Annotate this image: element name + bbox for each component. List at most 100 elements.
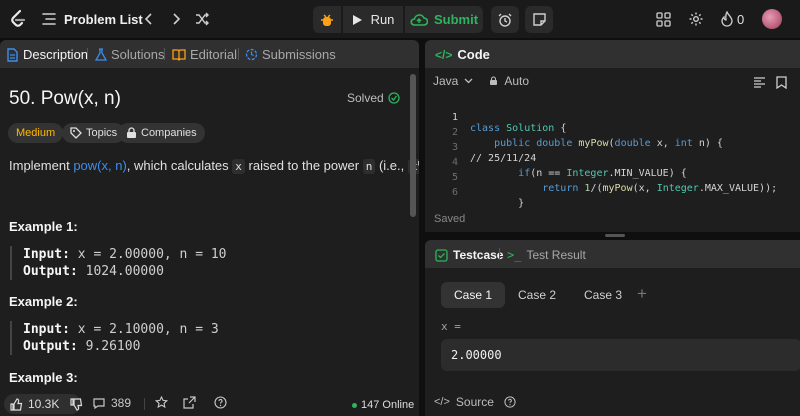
streak-fire-icon[interactable] (718, 10, 736, 28)
desc-text: Implement (9, 158, 74, 173)
saved-status: Saved (434, 213, 466, 225)
tag-icon (70, 127, 82, 139)
alarm-clock-icon (498, 13, 512, 27)
example-block: Input: x = 2.00000, n = 10 Output: 1024.… (10, 246, 227, 280)
share-icon[interactable] (183, 396, 196, 409)
source-button[interactable]: </> Source (434, 395, 516, 409)
layout-grid-icon[interactable] (654, 10, 672, 28)
format-code-icon[interactable] (750, 73, 768, 91)
tab-divider (87, 48, 88, 60)
run-button[interactable]: Run (343, 6, 403, 33)
auto-mode-label[interactable]: Auto (504, 74, 529, 88)
description-footer: 10.3K 389 147 Online (0, 390, 419, 416)
submit-label: Submit (433, 12, 479, 27)
tab-testcase[interactable]: Testcase (435, 248, 503, 262)
user-avatar[interactable] (762, 9, 782, 29)
code-editor-panel: </> Code Java Auto 1 class Solution { 2 … (425, 40, 800, 232)
desc-text: (i.e., (375, 158, 408, 173)
tab-description[interactable]: Description (6, 47, 88, 62)
tab-test-result-label: Test Result (526, 248, 586, 262)
code-line[interactable]: 4 if(n == Integer.MIN_VALUE) { (425, 146, 800, 179)
run-submit-group: Run Submit (313, 6, 553, 33)
case-tab-3[interactable]: Case 3 (571, 282, 635, 308)
input-label: Input: (23, 322, 70, 337)
online-dot (352, 402, 357, 408)
run-label: Run (370, 12, 395, 27)
problem-list-link[interactable]: Problem List (64, 12, 143, 27)
example-title: Example 3: (9, 370, 78, 385)
problem-title: 50. Pow(x, n) (9, 88, 121, 109)
bookmark-icon[interactable] (772, 73, 790, 91)
code-line[interactable]: 3 // 25/11/24 (425, 131, 800, 164)
comment-count: 389 (111, 396, 132, 410)
help-icon[interactable] (214, 396, 227, 409)
add-testcase-icon[interactable]: + (637, 284, 647, 304)
output-label: Output: (23, 264, 78, 279)
tab-testcase-label: Testcase (453, 248, 504, 262)
desc-text: raised to the power (244, 158, 363, 173)
leetcode-logo[interactable] (8, 9, 28, 29)
notes-button[interactable] (525, 6, 553, 33)
variable-label: x = (441, 320, 461, 333)
document-icon (7, 47, 18, 62)
terminal-icon: >_ (507, 248, 522, 262)
problem-list-icon[interactable] (40, 10, 58, 28)
like-count: 10.3K (28, 397, 60, 411)
play-icon (352, 14, 362, 25)
comments-button[interactable]: 389 (92, 396, 131, 410)
history-icon (245, 48, 258, 61)
online-count: 147 Online (361, 399, 415, 411)
bug-icon (321, 14, 333, 26)
pow-link[interactable]: pow(x, n) (73, 158, 126, 173)
topics-chip[interactable]: Topics (62, 123, 126, 143)
tab-divider (238, 48, 239, 60)
tab-test-result[interactable]: >_ Test Result (507, 248, 586, 262)
code-line[interactable]: 7 if(n == 0) { (425, 191, 800, 200)
solved-status: Solved (347, 91, 400, 105)
note-icon (532, 13, 546, 26)
case-tab-1[interactable]: Case 1 (441, 282, 506, 308)
code-line[interactable]: 2 public double myPow(double x, int n) { (425, 116, 800, 149)
thumbs-down-icon[interactable] (70, 397, 83, 411)
problem-description: Implement pow(x, n), which calculates x … (9, 158, 419, 174)
code-header: </> Code (425, 40, 800, 68)
streak-count: 0 (737, 12, 745, 27)
output-value: 1024.00000 (85, 264, 164, 279)
code-line[interactable]: 1 class Solution { (425, 101, 800, 134)
shuffle-icon[interactable] (193, 10, 211, 28)
testcase-input-field[interactable]: 2.00000 (441, 339, 800, 371)
difficulty-badge[interactable]: Medium (8, 123, 64, 143)
desc-text: , which calculates (126, 158, 233, 173)
inline-code-x: x (232, 159, 245, 174)
online-indicator: 147 Online (352, 399, 414, 411)
timer-button[interactable] (491, 6, 519, 33)
language-select[interactable]: Java (433, 74, 458, 88)
flask-icon (95, 47, 107, 61)
checkbox-icon (435, 248, 448, 262)
chevron-right-icon[interactable] (167, 10, 185, 28)
chevron-down-icon[interactable] (464, 78, 473, 84)
code-line[interactable]: 6 } (425, 176, 800, 209)
check-circle-icon (388, 92, 400, 104)
debug-button[interactable] (313, 6, 341, 33)
xn-exponent: n (417, 158, 419, 167)
case-tab-2[interactable]: Case 2 (505, 282, 569, 308)
favorite-star-icon[interactable] (155, 396, 168, 409)
submit-button[interactable]: Submit (405, 6, 483, 33)
tab-editorial[interactable]: Editorial (172, 47, 237, 62)
book-icon (172, 49, 186, 61)
thumbs-up-icon[interactable] (10, 397, 23, 411)
more-options-icon[interactable] (793, 73, 800, 91)
tab-description-label: Description (23, 47, 89, 62)
tab-submissions[interactable]: Submissions (245, 47, 336, 62)
chevron-left-icon[interactable] (140, 10, 158, 28)
code-line[interactable]: 5 return 1/(myPow(x, Integer.MAX_VALUE))… (425, 161, 800, 194)
panel-resize-handle[interactable] (605, 234, 625, 237)
settings-gear-icon[interactable] (687, 10, 705, 28)
companies-chip[interactable]: Companies (118, 123, 205, 143)
tab-solutions[interactable]: Solutions (95, 47, 164, 62)
tab-submissions-label: Submissions (262, 47, 336, 62)
footer-divider (144, 398, 145, 410)
example-title: Example 2: (9, 294, 78, 309)
description-scrollbar[interactable] (410, 74, 416, 217)
